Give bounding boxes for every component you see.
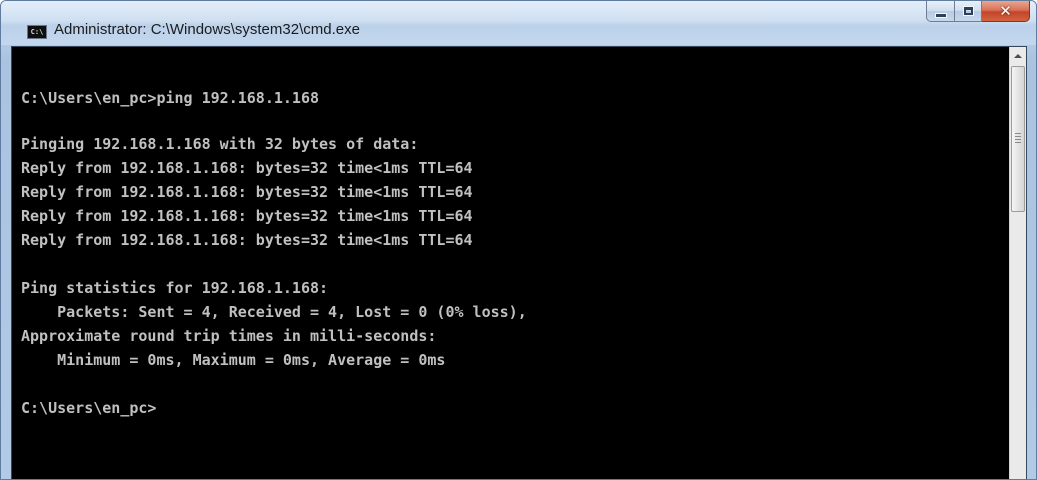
console-line: C:\Users\en_pc>ping 192.168.1.168	[21, 89, 320, 107]
console-line: C:\Users\en_pc>	[21, 399, 157, 417]
grip-line	[1015, 142, 1021, 143]
console-client-area: C:\Users\en_pc>ping 192.168.1.168 Pingin…	[11, 46, 1027, 479]
console-line: Reply from 192.168.1.168: bytes=32 time<…	[21, 207, 473, 225]
console-line: Reply from 192.168.1.168: bytes=32 time<…	[21, 183, 473, 201]
vertical-scrollbar[interactable]	[1009, 47, 1026, 479]
minimize-button[interactable]	[926, 1, 955, 22]
grip-line	[1015, 136, 1021, 137]
console-line: Reply from 192.168.1.168: bytes=32 time<…	[21, 231, 473, 249]
grip-line	[1015, 139, 1021, 140]
console-line: Ping statistics for 192.168.1.168:	[21, 279, 329, 297]
cmd-icon[interactable]: C:\	[27, 25, 47, 39]
maximize-icon	[962, 6, 974, 16]
console-line: Packets: Sent = 4, Received = 4, Lost = …	[21, 303, 527, 321]
chevron-up-icon	[1014, 53, 1022, 58]
window-controls: ✕	[926, 1, 1030, 22]
console-line: Minimum = 0ms, Maximum = 0ms, Average = …	[21, 351, 446, 369]
console-line: Reply from 192.168.1.168: bytes=32 time<…	[21, 159, 473, 177]
scroll-up-button[interactable]	[1010, 47, 1026, 64]
scrollbar-thumb[interactable]	[1011, 66, 1025, 212]
console-line: Approximate round trip times in milli-se…	[21, 327, 437, 345]
cmd-window: C:\ Administrator: C:\Windows\system32\c…	[0, 0, 1037, 480]
window-title: Administrator: C:\Windows\system32\cmd.e…	[54, 21, 360, 38]
close-button[interactable]: ✕	[982, 1, 1030, 22]
minimize-icon	[934, 12, 947, 18]
console-output[interactable]: C:\Users\en_pc>ping 192.168.1.168 Pingin…	[12, 47, 1011, 479]
maximize-button[interactable]	[955, 1, 982, 22]
grip-line	[1015, 133, 1021, 134]
title-bar[interactable]: C:\ Administrator: C:\Windows\system32\c…	[1, 1, 1036, 45]
close-icon: ✕	[999, 1, 1012, 20]
console-line: Pinging 192.168.1.168 with 32 bytes of d…	[21, 135, 419, 153]
